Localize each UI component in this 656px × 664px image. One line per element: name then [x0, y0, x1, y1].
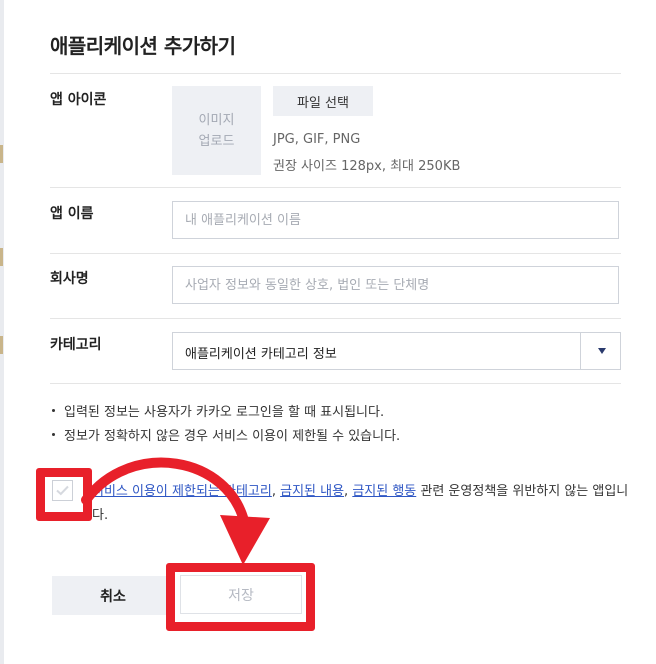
annotation-arrow: [81, 457, 270, 565]
